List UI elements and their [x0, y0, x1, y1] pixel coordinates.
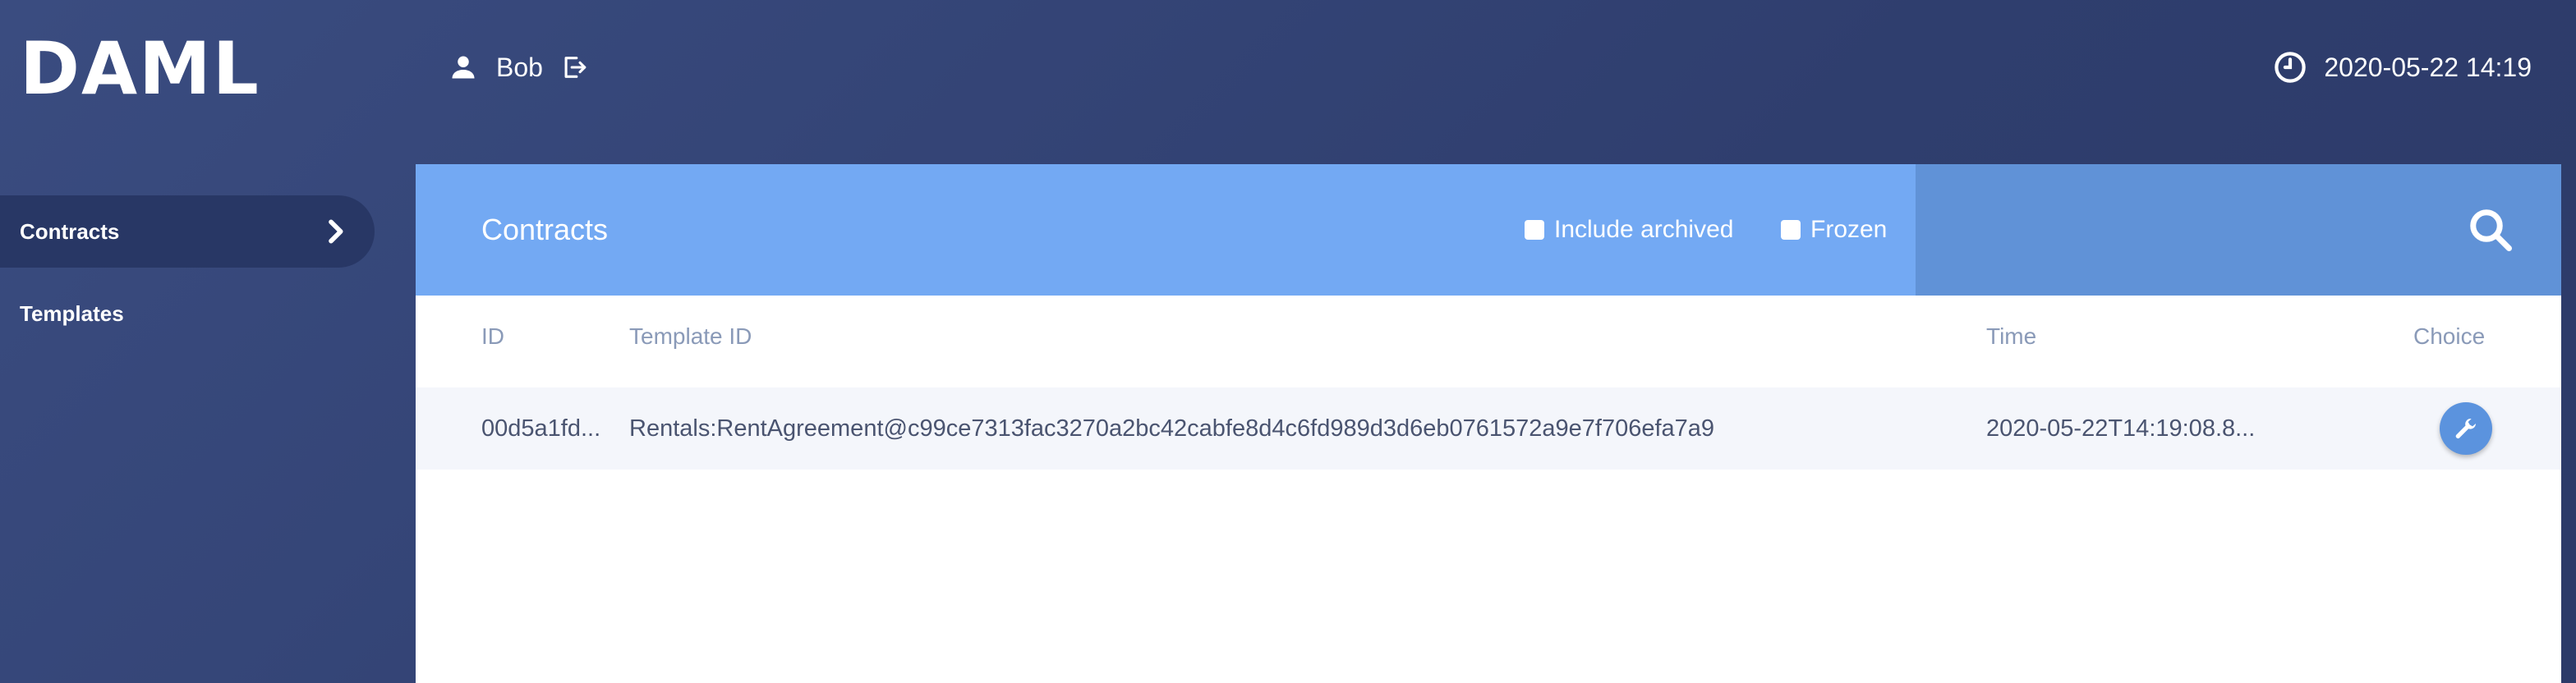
search-area[interactable]	[1916, 164, 2561, 296]
page-title: Contracts	[481, 213, 609, 246]
current-time: 2020-05-22 14:19	[2273, 48, 2532, 87]
frozen-checkbox[interactable]: Frozen	[1781, 213, 1887, 246]
cell-template-id: Rentals:RentAgreement@c99ce7313fac3270a2…	[629, 415, 1715, 442]
column-header-id[interactable]: ID	[481, 320, 504, 353]
sidebar-item-label: Templates	[20, 300, 124, 326]
checkbox-label: Include archived	[1554, 216, 1734, 243]
datetime-text: 2020-05-22 14:19	[2324, 52, 2532, 82]
sidebar-item-label: Contracts	[20, 218, 120, 244]
include-archived-checkbox[interactable]: Include archived	[1525, 213, 1733, 246]
logout-icon[interactable]	[558, 51, 591, 84]
sidebar-item-templates[interactable]: Templates	[0, 277, 375, 350]
choice-button[interactable]	[2440, 402, 2492, 455]
search-icon[interactable]	[2466, 205, 2515, 254]
daml-logo: DAML	[20, 26, 260, 111]
clock-icon	[2273, 49, 2309, 85]
column-header-choice: Choice	[2413, 323, 2486, 349]
checkbox-label: Frozen	[1810, 216, 1888, 243]
user-info: Bob	[447, 48, 591, 87]
column-header-template-id[interactable]: Template ID	[629, 320, 752, 353]
contracts-panel: Contracts Include archived Frozen ID Tem…	[416, 164, 2561, 683]
sidebar-item-contracts[interactable]: Contracts	[0, 195, 375, 268]
user-icon	[447, 51, 480, 84]
wrench-icon	[2455, 418, 2476, 438]
logo-text: DAML	[20, 26, 260, 111]
panel-header: Contracts Include archived Frozen	[416, 164, 1916, 296]
column-header-time[interactable]: Time	[1986, 320, 2036, 353]
user-name: Bob	[496, 52, 543, 82]
checkbox-box[interactable]	[1781, 220, 1801, 240]
checkbox-box[interactable]	[1525, 220, 1544, 240]
cell-id: 00d5a1fd...	[481, 415, 601, 442]
chevron-right-icon	[319, 215, 352, 248]
cell-time: 2020-05-22T14:19:08.8...	[1986, 415, 2256, 442]
